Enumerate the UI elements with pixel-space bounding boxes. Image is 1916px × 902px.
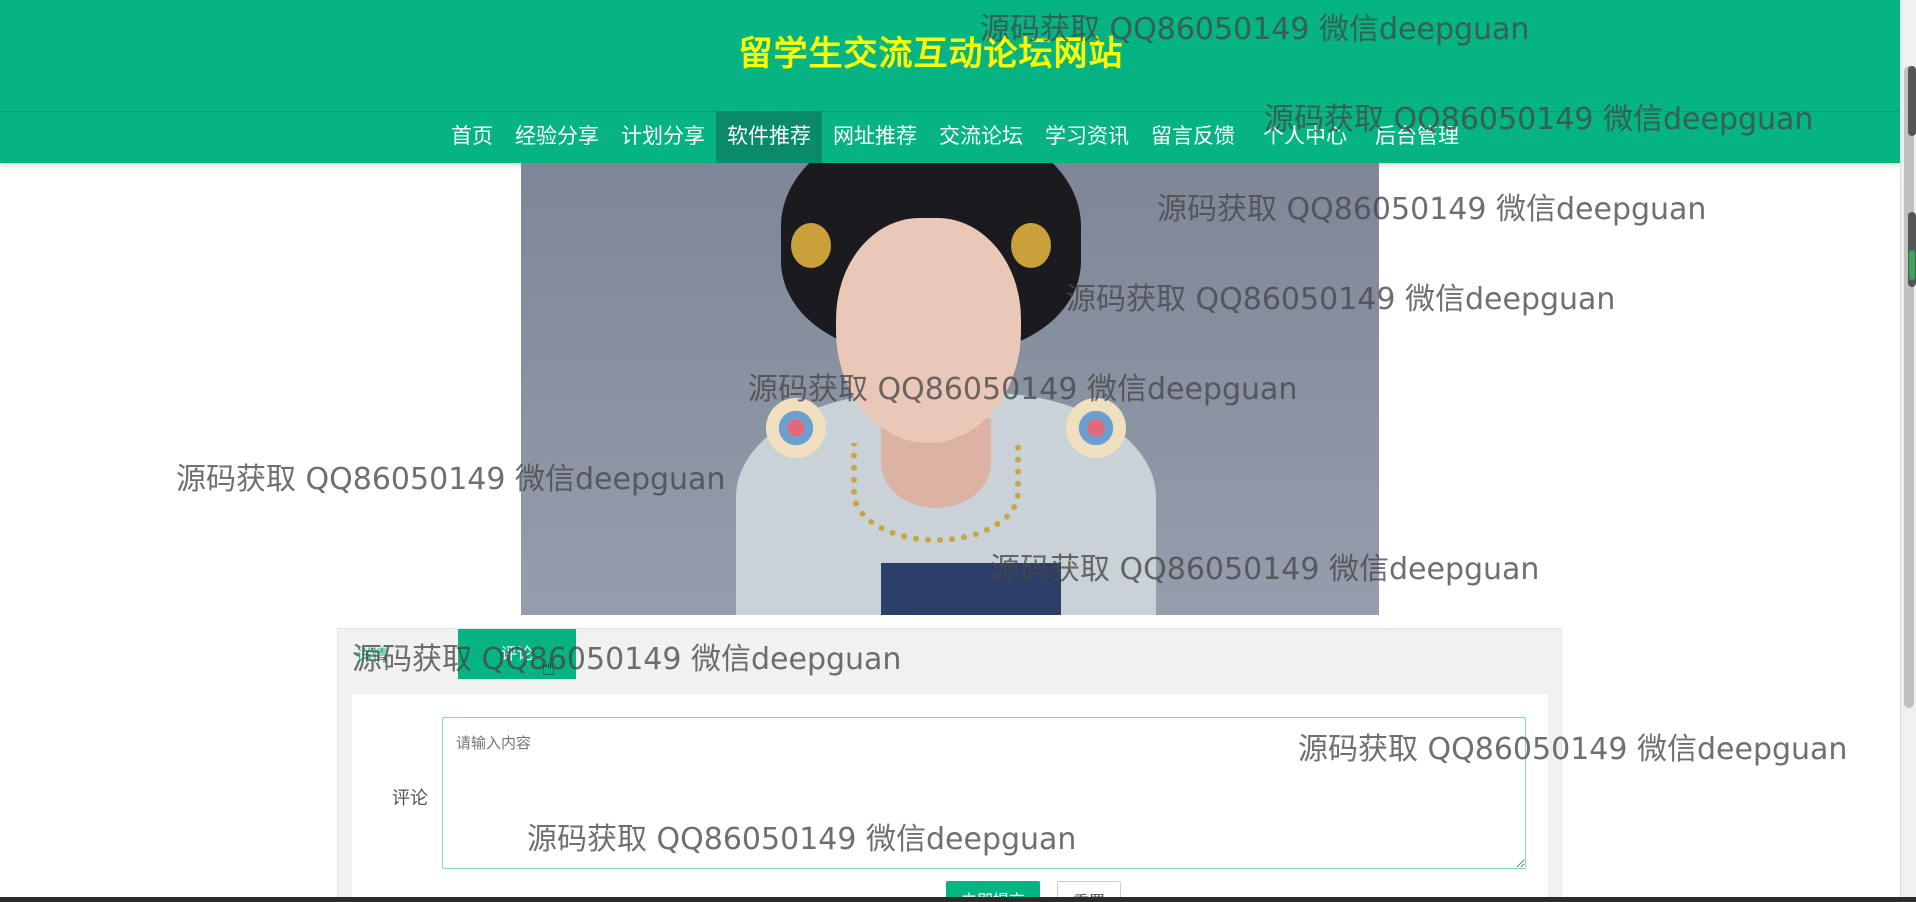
nav-item-websites[interactable]: 网址推荐 (822, 111, 928, 163)
nav-item-forum[interactable]: 交流论坛 (928, 111, 1034, 163)
hand-cursor-icon: ☝ (542, 656, 556, 681)
comment-textarea[interactable] (442, 717, 1526, 869)
site-header: 留学生交流互动论坛网站 首页 经验分享 计划分享 软件推荐 网址推荐 交流论坛 … (0, 0, 1900, 163)
comment-form: 评论 立即提交 重置 (352, 694, 1548, 902)
main-nav: 首页 经验分享 计划分享 软件推荐 网址推荐 交流论坛 学习资讯 留言反馈 个人… (440, 111, 1470, 163)
nav-item-news[interactable]: 学习资讯 (1034, 111, 1140, 163)
nav-item-plans[interactable]: 计划分享 (610, 111, 716, 163)
scroll-indicator (1909, 250, 1915, 280)
tab-details[interactable]: 详情 (356, 642, 388, 666)
nav-item-feedback[interactable]: 留言反馈 (1140, 111, 1246, 163)
bottom-edge (0, 897, 1916, 902)
scroll-handle-top (1908, 66, 1916, 136)
comment-label: 评论 (392, 788, 428, 809)
nav-item-admin[interactable]: 后台管理 (1364, 111, 1470, 163)
nav-item-profile[interactable]: 个人中心 (1252, 111, 1358, 163)
tab-comments[interactable]: 评论 (458, 629, 576, 679)
site-title: 留学生交流互动论坛网站 (738, 34, 1124, 74)
comment-panel: 详情 评论 评论 立即提交 重置 (337, 628, 1562, 902)
nav-item-software[interactable]: 软件推荐 (716, 111, 822, 163)
scrollbar-thumb[interactable] (1904, 66, 1914, 708)
nav-item-home[interactable]: 首页 (440, 111, 504, 163)
detail-image (521, 163, 1379, 615)
tab-bar: 详情 评论 (338, 629, 1561, 679)
nav-item-experience[interactable]: 经验分享 (504, 111, 610, 163)
